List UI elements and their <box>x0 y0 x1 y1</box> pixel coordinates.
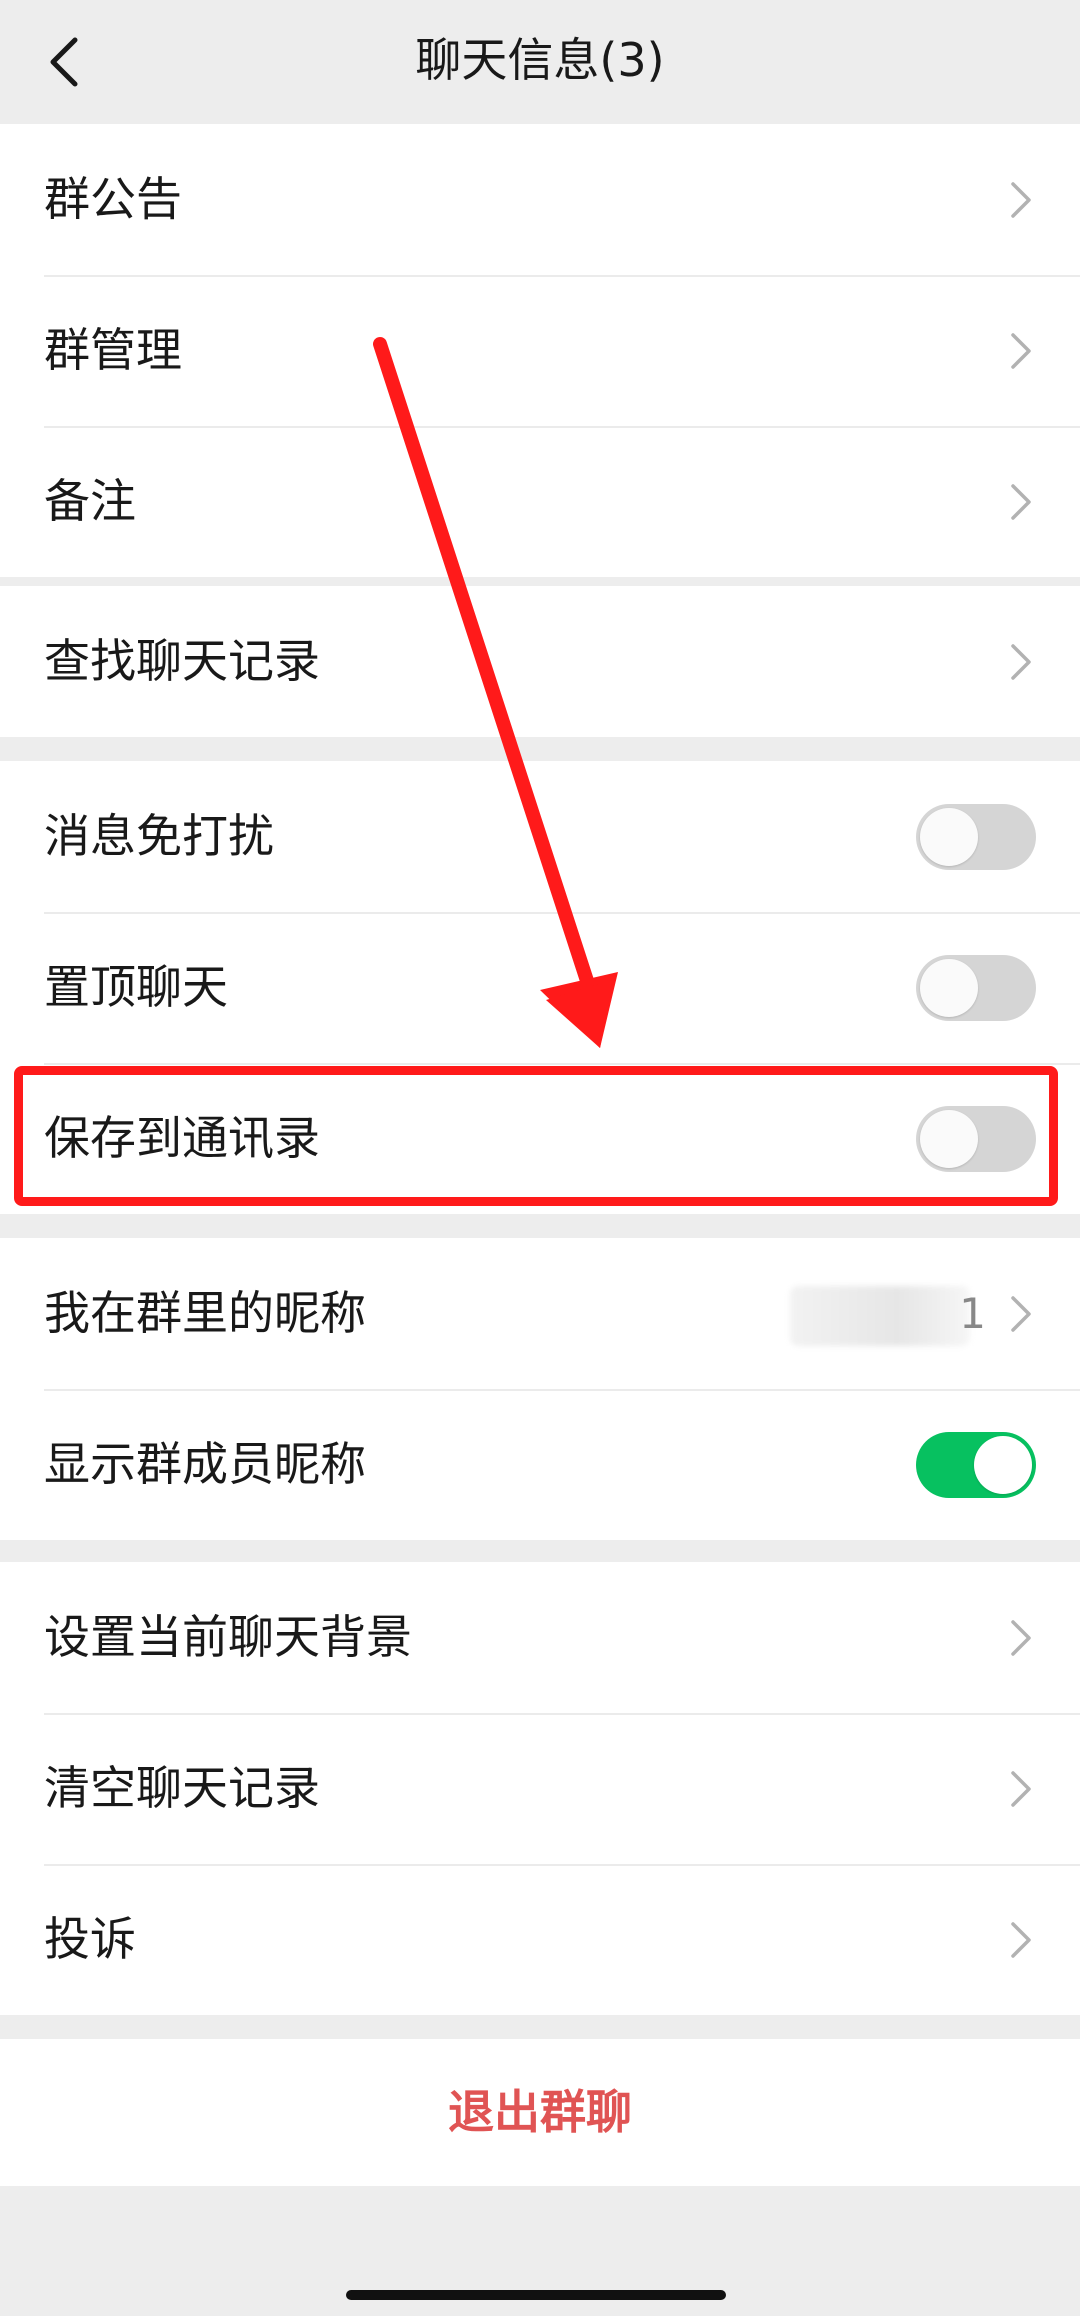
navigation-bar: 聊天信息(3) <box>0 0 1080 124</box>
group-announcement-row[interactable]: 群公告 <box>0 124 1080 275</box>
clear-chat-history-label: 清空聊天记录 <box>44 1761 320 1815</box>
toggle-knob <box>974 1435 1032 1494</box>
settings-group-misc: 设置当前聊天背景 清空聊天记录 投诉 <box>0 1562 1080 2015</box>
settings-group-search: 查找聊天记录 <box>0 586 1080 737</box>
save-to-contacts-row: 保存到通讯录 <box>0 1063 1080 1214</box>
chevron-right-icon <box>1011 181 1031 218</box>
my-group-nickname-row[interactable]: 我在群里的昵称 1 <box>0 1238 1080 1389</box>
mute-notifications-label: 消息免打扰 <box>44 809 274 863</box>
group-announcement-label: 群公告 <box>44 172 182 226</box>
show-member-nicknames-toggle[interactable] <box>916 1431 1036 1498</box>
toggle-knob <box>920 958 978 1017</box>
home-indicator <box>346 2290 726 2300</box>
settings-group-nickname: 我在群里的昵称 1 显示群成员昵称 <box>0 1238 1080 1540</box>
sticky-on-top-toggle[interactable] <box>916 954 1036 1021</box>
group-management-label: 群管理 <box>44 323 182 377</box>
report-label: 投诉 <box>44 1912 136 1966</box>
show-member-nicknames-row: 显示群成员昵称 <box>0 1389 1080 1540</box>
mute-notifications-toggle[interactable] <box>916 803 1036 870</box>
search-chat-history-label: 查找聊天记录 <box>44 634 320 688</box>
toggle-knob <box>920 807 978 866</box>
toggle-knob <box>920 1109 978 1168</box>
back-button[interactable] <box>24 24 104 100</box>
chevron-right-icon <box>1011 1921 1031 1958</box>
chevron-right-icon <box>1011 332 1031 369</box>
save-to-contacts-toggle[interactable] <box>916 1105 1036 1172</box>
chevron-left-icon <box>50 37 78 87</box>
save-to-contacts-label: 保存到通讯录 <box>44 1111 320 1165</box>
chevron-right-icon <box>1011 643 1031 680</box>
blurred-nickname <box>790 1286 970 1346</box>
search-chat-history-row[interactable]: 查找聊天记录 <box>0 586 1080 737</box>
my-group-nickname-label: 我在群里的昵称 <box>44 1286 366 1340</box>
group-management-row[interactable]: 群管理 <box>0 275 1080 426</box>
page-title: 聊天信息(3) <box>415 33 665 87</box>
sticky-on-top-label: 置顶聊天 <box>44 960 228 1014</box>
mute-notifications-row: 消息免打扰 <box>0 761 1080 912</box>
settings-group-group-info: 群公告 群管理 备注 <box>0 124 1080 577</box>
exit-group-button[interactable]: 退出群聊 <box>0 2039 1080 2186</box>
chevron-right-icon <box>1011 1619 1031 1656</box>
my-group-nickname-value: 1 <box>959 1289 986 1338</box>
chevron-right-icon <box>1011 1295 1031 1332</box>
report-row[interactable]: 投诉 <box>0 1864 1080 2015</box>
sticky-on-top-row: 置顶聊天 <box>0 912 1080 1063</box>
remark-row[interactable]: 备注 <box>0 426 1080 577</box>
chevron-right-icon <box>1011 483 1031 520</box>
chevron-right-icon <box>1011 1770 1031 1807</box>
exit-group-label: 退出群聊 <box>448 2085 632 2139</box>
settings-group-toggles: 消息免打扰 置顶聊天 保存到通讯录 <box>0 761 1080 1214</box>
clear-chat-history-row[interactable]: 清空聊天记录 <box>0 1713 1080 1864</box>
chat-background-label: 设置当前聊天背景 <box>44 1610 412 1664</box>
show-member-nicknames-label: 显示群成员昵称 <box>44 1437 366 1491</box>
chat-background-row[interactable]: 设置当前聊天背景 <box>0 1562 1080 1713</box>
remark-label: 备注 <box>44 474 136 528</box>
